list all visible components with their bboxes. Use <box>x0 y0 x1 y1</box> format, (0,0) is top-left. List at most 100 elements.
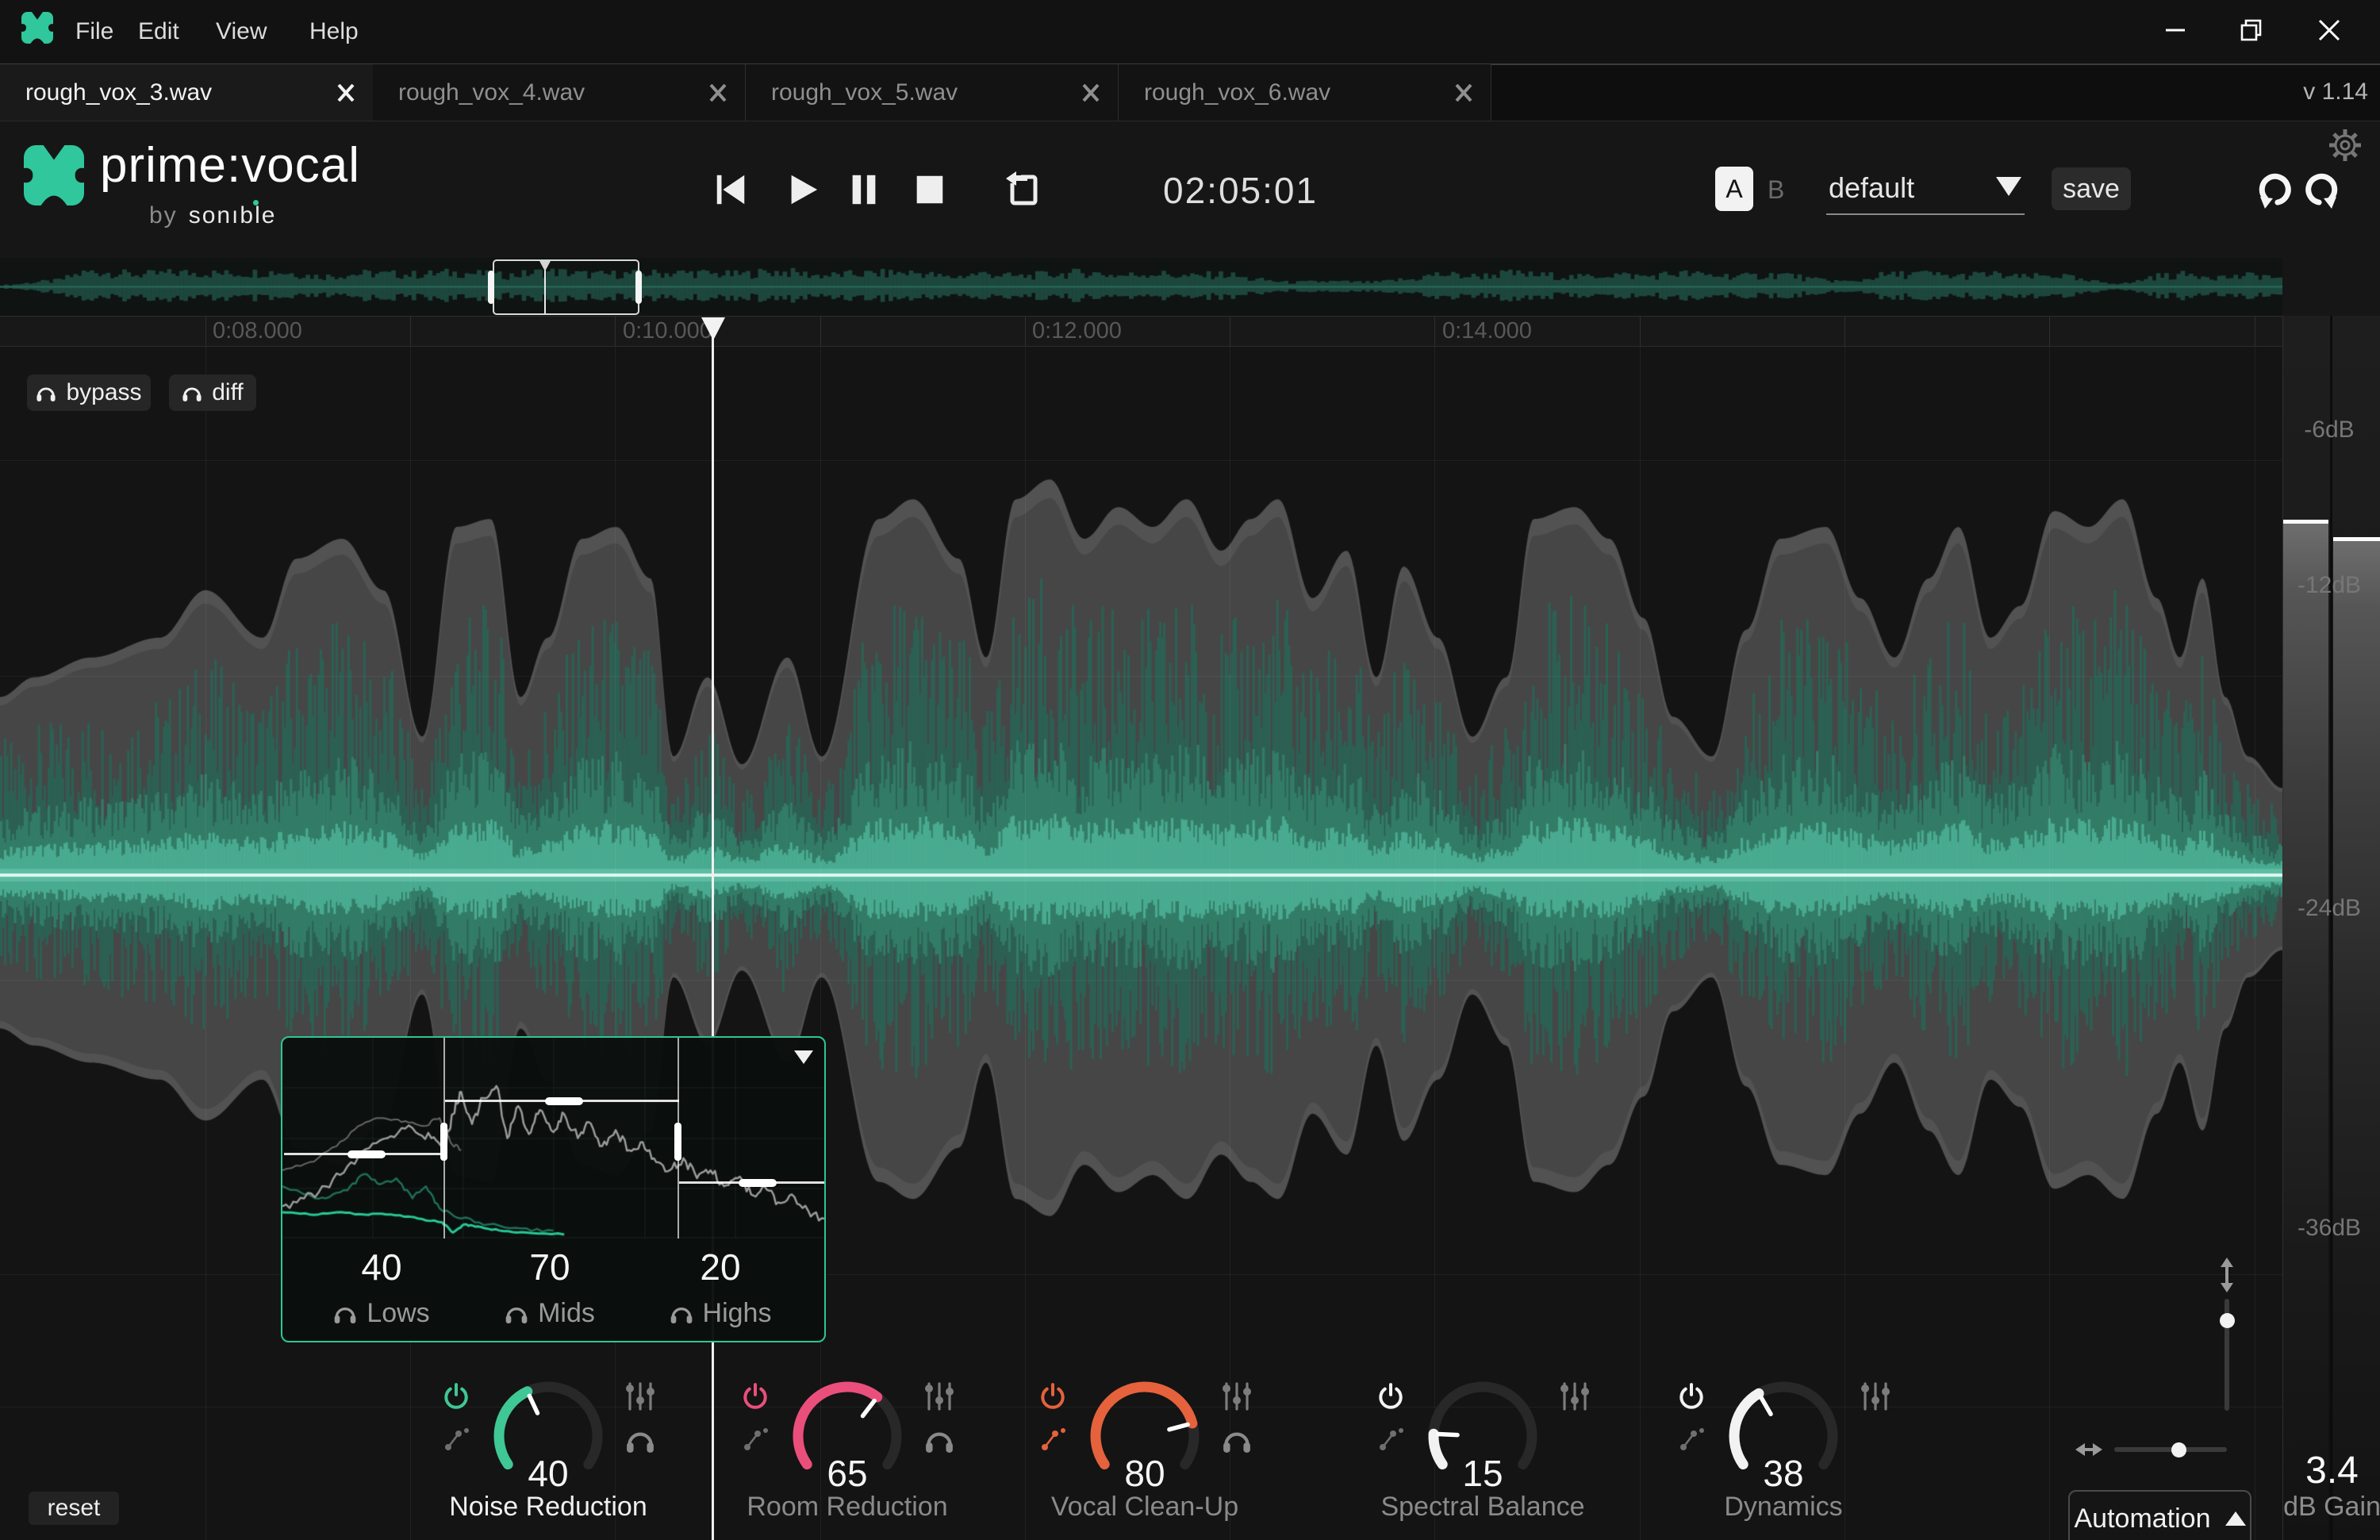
highs-value[interactable]: 20 <box>641 1246 800 1288</box>
vertical-zoom-handle[interactable] <box>2220 1313 2235 1328</box>
module-room-reduction[interactable]: 65Room Reduction <box>712 1376 982 1540</box>
module-label[interactable]: Vocal Clean-Up <box>1010 1492 1280 1523</box>
mids-band-control[interactable]: 70 Mids <box>470 1246 629 1329</box>
pause-button[interactable] <box>839 165 889 214</box>
loop-button[interactable] <box>998 165 1047 214</box>
tab-close-icon[interactable] <box>328 75 363 110</box>
automation-nodes-icon[interactable] <box>1376 1423 1407 1454</box>
ruler-tick <box>820 317 821 346</box>
time-ruler[interactable]: 0:08.0000:10.0000:12.0000:14.000 <box>0 316 2282 347</box>
mids-level-handle[interactable] <box>545 1097 583 1105</box>
reset-button[interactable]: reset <box>29 1492 119 1525</box>
selection-left-handle[interactable] <box>488 271 494 304</box>
skip-to-start-button[interactable] <box>706 165 755 214</box>
menu-view[interactable]: View <box>216 0 267 63</box>
module-label[interactable]: Noise Reduction <box>413 1492 683 1523</box>
power-icon[interactable] <box>442 1382 470 1411</box>
play-button[interactable] <box>777 165 827 214</box>
headphones-icon[interactable] <box>505 1303 528 1324</box>
tab-close-icon[interactable] <box>1446 75 1481 110</box>
bypass-button[interactable]: bypass <box>27 374 151 411</box>
solo-headphones-icon[interactable] <box>625 1427 655 1454</box>
module-label[interactable]: Spectral Balance <box>1348 1492 1618 1523</box>
automation-nodes-icon[interactable] <box>741 1423 771 1454</box>
solo-headphones-icon[interactable] <box>1222 1427 1252 1454</box>
advanced-sliders-icon[interactable] <box>1557 1381 1592 1412</box>
tab-rough-vox-6[interactable]: rough_vox_6.wav <box>1119 64 1491 121</box>
window-restore-button[interactable] <box>2224 0 2279 60</box>
lows-level-handle[interactable] <box>347 1150 386 1158</box>
byline-brand: sonıble <box>189 202 277 229</box>
tab-rough-vox-5[interactable]: rough_vox_5.wav <box>746 64 1119 121</box>
headphones-icon[interactable] <box>670 1303 693 1324</box>
diff-button[interactable]: diff <box>169 374 256 411</box>
headphones-icon[interactable] <box>333 1303 357 1324</box>
power-icon[interactable] <box>1677 1382 1706 1411</box>
undo-icon <box>2254 168 2295 211</box>
module-vocal-clean-up[interactable]: 80Vocal Clean-Up <box>1010 1376 1280 1540</box>
module-value[interactable]: 65 <box>712 1452 982 1495</box>
tab-rough-vox-3[interactable]: rough_vox_3.wav <box>0 64 373 121</box>
app-window: File Edit View Help rough_vox_3.wav <box>0 0 2380 1540</box>
module-value[interactable]: 80 <box>1010 1452 1280 1495</box>
ruler-time-label: 0:14.000 <box>1442 317 1532 346</box>
automation-nodes-icon[interactable] <box>1038 1423 1069 1454</box>
power-icon[interactable] <box>741 1382 770 1411</box>
ab-compare-b-button[interactable]: B <box>1768 175 1784 205</box>
automation-nodes-icon[interactable] <box>442 1423 472 1454</box>
lows-band-control[interactable]: 40 Lows <box>302 1246 461 1329</box>
advanced-sliders-icon[interactable] <box>623 1381 658 1412</box>
tab-close-icon[interactable] <box>1073 75 1108 110</box>
gain-value[interactable]: 3.4 <box>2283 1449 2380 1492</box>
menu-help[interactable]: Help <box>309 0 359 63</box>
module-noise-reduction[interactable]: 40Noise Reduction <box>413 1376 683 1540</box>
automation-nodes-icon[interactable] <box>1677 1423 1707 1454</box>
pause-icon <box>846 171 882 208</box>
horizontal-zoom-track[interactable] <box>2114 1447 2227 1452</box>
module-value[interactable]: 38 <box>1649 1452 1918 1495</box>
playhead-marker[interactable] <box>701 317 726 341</box>
module-value[interactable]: 15 <box>1348 1452 1618 1495</box>
overview-waveform-strip[interactable] <box>0 258 2282 316</box>
solo-headphones-icon[interactable] <box>924 1427 954 1454</box>
playhead[interactable] <box>712 328 714 1540</box>
gain-unit-label: dB Gain <box>2283 1492 2380 1523</box>
menu-file[interactable]: File <box>75 0 113 63</box>
preset-caret-icon[interactable] <box>1996 177 2021 196</box>
highs-band-control[interactable]: 20 Highs <box>641 1246 800 1329</box>
undo-button[interactable] <box>2251 166 2297 213</box>
save-preset-button[interactable]: save <box>2052 167 2131 210</box>
overview-selection-box[interactable] <box>493 259 639 315</box>
headphones-icon <box>182 383 202 402</box>
crossover-handle-mid-high[interactable] <box>674 1123 681 1161</box>
waveform-view[interactable]: bypass diff <box>0 347 2282 1540</box>
lows-value[interactable]: 40 <box>302 1246 461 1288</box>
settings-button[interactable] <box>2326 126 2364 164</box>
module-label[interactable]: Room Reduction <box>712 1492 982 1523</box>
preset-select[interactable]: default <box>1829 171 1914 205</box>
ab-compare-a-button[interactable]: A <box>1715 167 1753 211</box>
tab-rough-vox-4[interactable]: rough_vox_4.wav <box>373 64 746 121</box>
power-icon[interactable] <box>1376 1382 1405 1411</box>
horizontal-zoom-handle[interactable] <box>2171 1442 2186 1457</box>
automation-panel-button[interactable]: Automation <box>2068 1490 2251 1540</box>
window-close-button[interactable] <box>2301 0 2357 60</box>
tab-close-icon[interactable] <box>701 75 735 110</box>
redo-icon <box>2301 168 2343 211</box>
stop-button[interactable] <box>904 165 954 214</box>
highs-level-handle[interactable] <box>739 1179 777 1187</box>
advanced-sliders-icon[interactable] <box>1858 1381 1893 1412</box>
module-dynamics[interactable]: 38Dynamics <box>1649 1376 1918 1540</box>
mids-value[interactable]: 70 <box>470 1246 629 1288</box>
popup-collapse-icon[interactable] <box>794 1050 813 1064</box>
advanced-sliders-icon[interactable] <box>922 1381 957 1412</box>
power-icon[interactable] <box>1038 1382 1067 1411</box>
menu-edit[interactable]: Edit <box>138 0 179 63</box>
module-value[interactable]: 40 <box>413 1452 683 1495</box>
module-label[interactable]: Dynamics <box>1649 1492 1918 1523</box>
selection-right-handle[interactable] <box>635 271 642 304</box>
module-spectral-balance[interactable]: 15Spectral Balance <box>1348 1376 1618 1540</box>
advanced-sliders-icon[interactable] <box>1219 1381 1254 1412</box>
window-minimize-button[interactable] <box>2148 0 2203 60</box>
redo-button[interactable] <box>2299 166 2345 213</box>
